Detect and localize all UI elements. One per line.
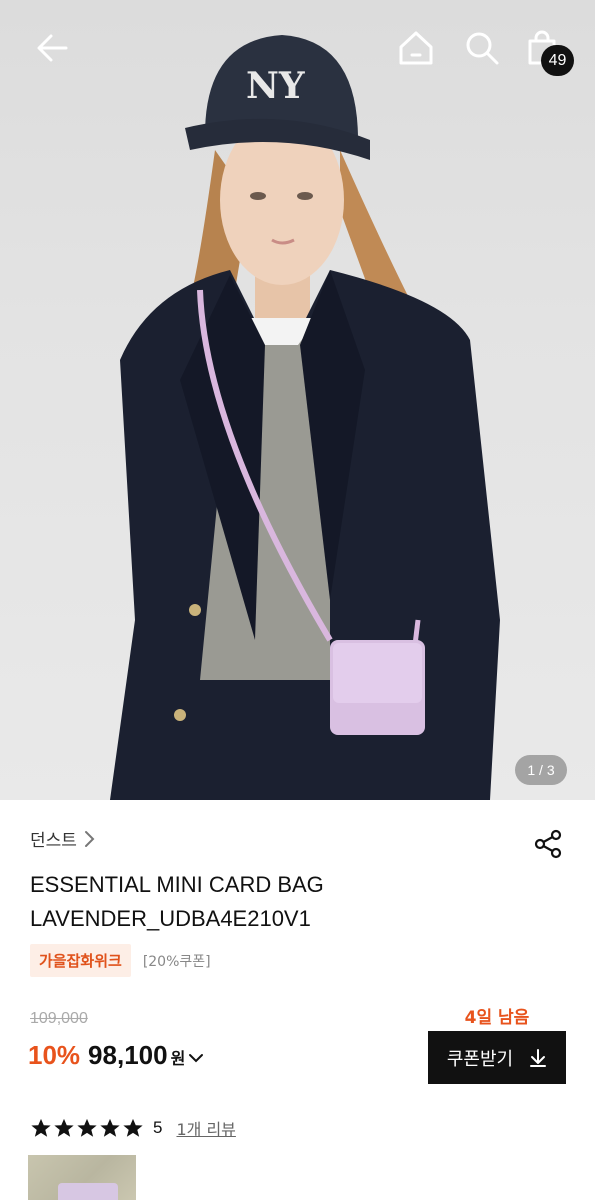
star-icon: [54, 1118, 74, 1137]
star-icon: [31, 1118, 51, 1137]
search-icon: [466, 32, 499, 65]
star-rating: [30, 1117, 145, 1139]
download-icon: [530, 1048, 547, 1067]
star-icon: [77, 1118, 97, 1137]
product-image-gallery[interactable]: NY 49 1 / 3: [0, 0, 595, 800]
review-photo-bag: [58, 1183, 118, 1200]
share-icon: [534, 829, 562, 859]
star-icon: [100, 1118, 120, 1137]
review-summary: 5 1개 리뷰: [30, 1116, 236, 1140]
product-title: ESSENTIAL MINI CARD BAG LAVENDER_UDBA4E2…: [30, 868, 530, 936]
product-title-line1: ESSENTIAL MINI CARD BAG: [30, 872, 324, 897]
get-coupon-label: 쿠폰받기: [446, 1048, 514, 1070]
chevron-down-icon[interactable]: [188, 1052, 204, 1064]
search-button[interactable]: [462, 28, 502, 68]
brand-name: 던스트: [30, 831, 77, 851]
share-button[interactable]: [530, 826, 566, 862]
coupon-note: [20%쿠폰]: [142, 953, 211, 970]
top-navigation-bar: 49: [0, 0, 595, 100]
star-icon: [123, 1118, 143, 1137]
review-count-link[interactable]: 1개 리뷰: [176, 1116, 235, 1140]
home-icon: [399, 31, 433, 65]
chevron-right-icon: [84, 830, 95, 847]
price-row[interactable]: 10% 98,100 원: [28, 1040, 204, 1071]
cart-count-badge: 49: [541, 45, 574, 76]
product-title-line2: LAVENDER_UDBA4E210V1: [30, 906, 311, 931]
brand-link[interactable]: 던스트: [30, 826, 95, 851]
product-photo: NY: [110, 35, 500, 800]
review-photo-thumbnail[interactable]: [28, 1155, 136, 1200]
event-tag: 가을잡화위크: [30, 944, 131, 977]
arrow-left-icon: [37, 34, 68, 62]
original-price: 109,000: [30, 1010, 88, 1027]
rating-value: 5: [153, 1118, 163, 1137]
final-price: 98,100: [88, 1040, 168, 1070]
currency-unit: 원: [170, 1049, 186, 1068]
discount-rate: 10%: [28, 1040, 81, 1070]
gallery-pager: 1 / 3: [515, 755, 567, 785]
coupon-days-left: 4일 남음: [464, 1008, 530, 1028]
home-button[interactable]: [396, 28, 436, 68]
back-button[interactable]: [32, 28, 72, 68]
promo-tags: 가을잡화위크 [20%쿠폰]: [30, 944, 211, 977]
get-coupon-button[interactable]: 쿠폰받기: [428, 1031, 566, 1084]
